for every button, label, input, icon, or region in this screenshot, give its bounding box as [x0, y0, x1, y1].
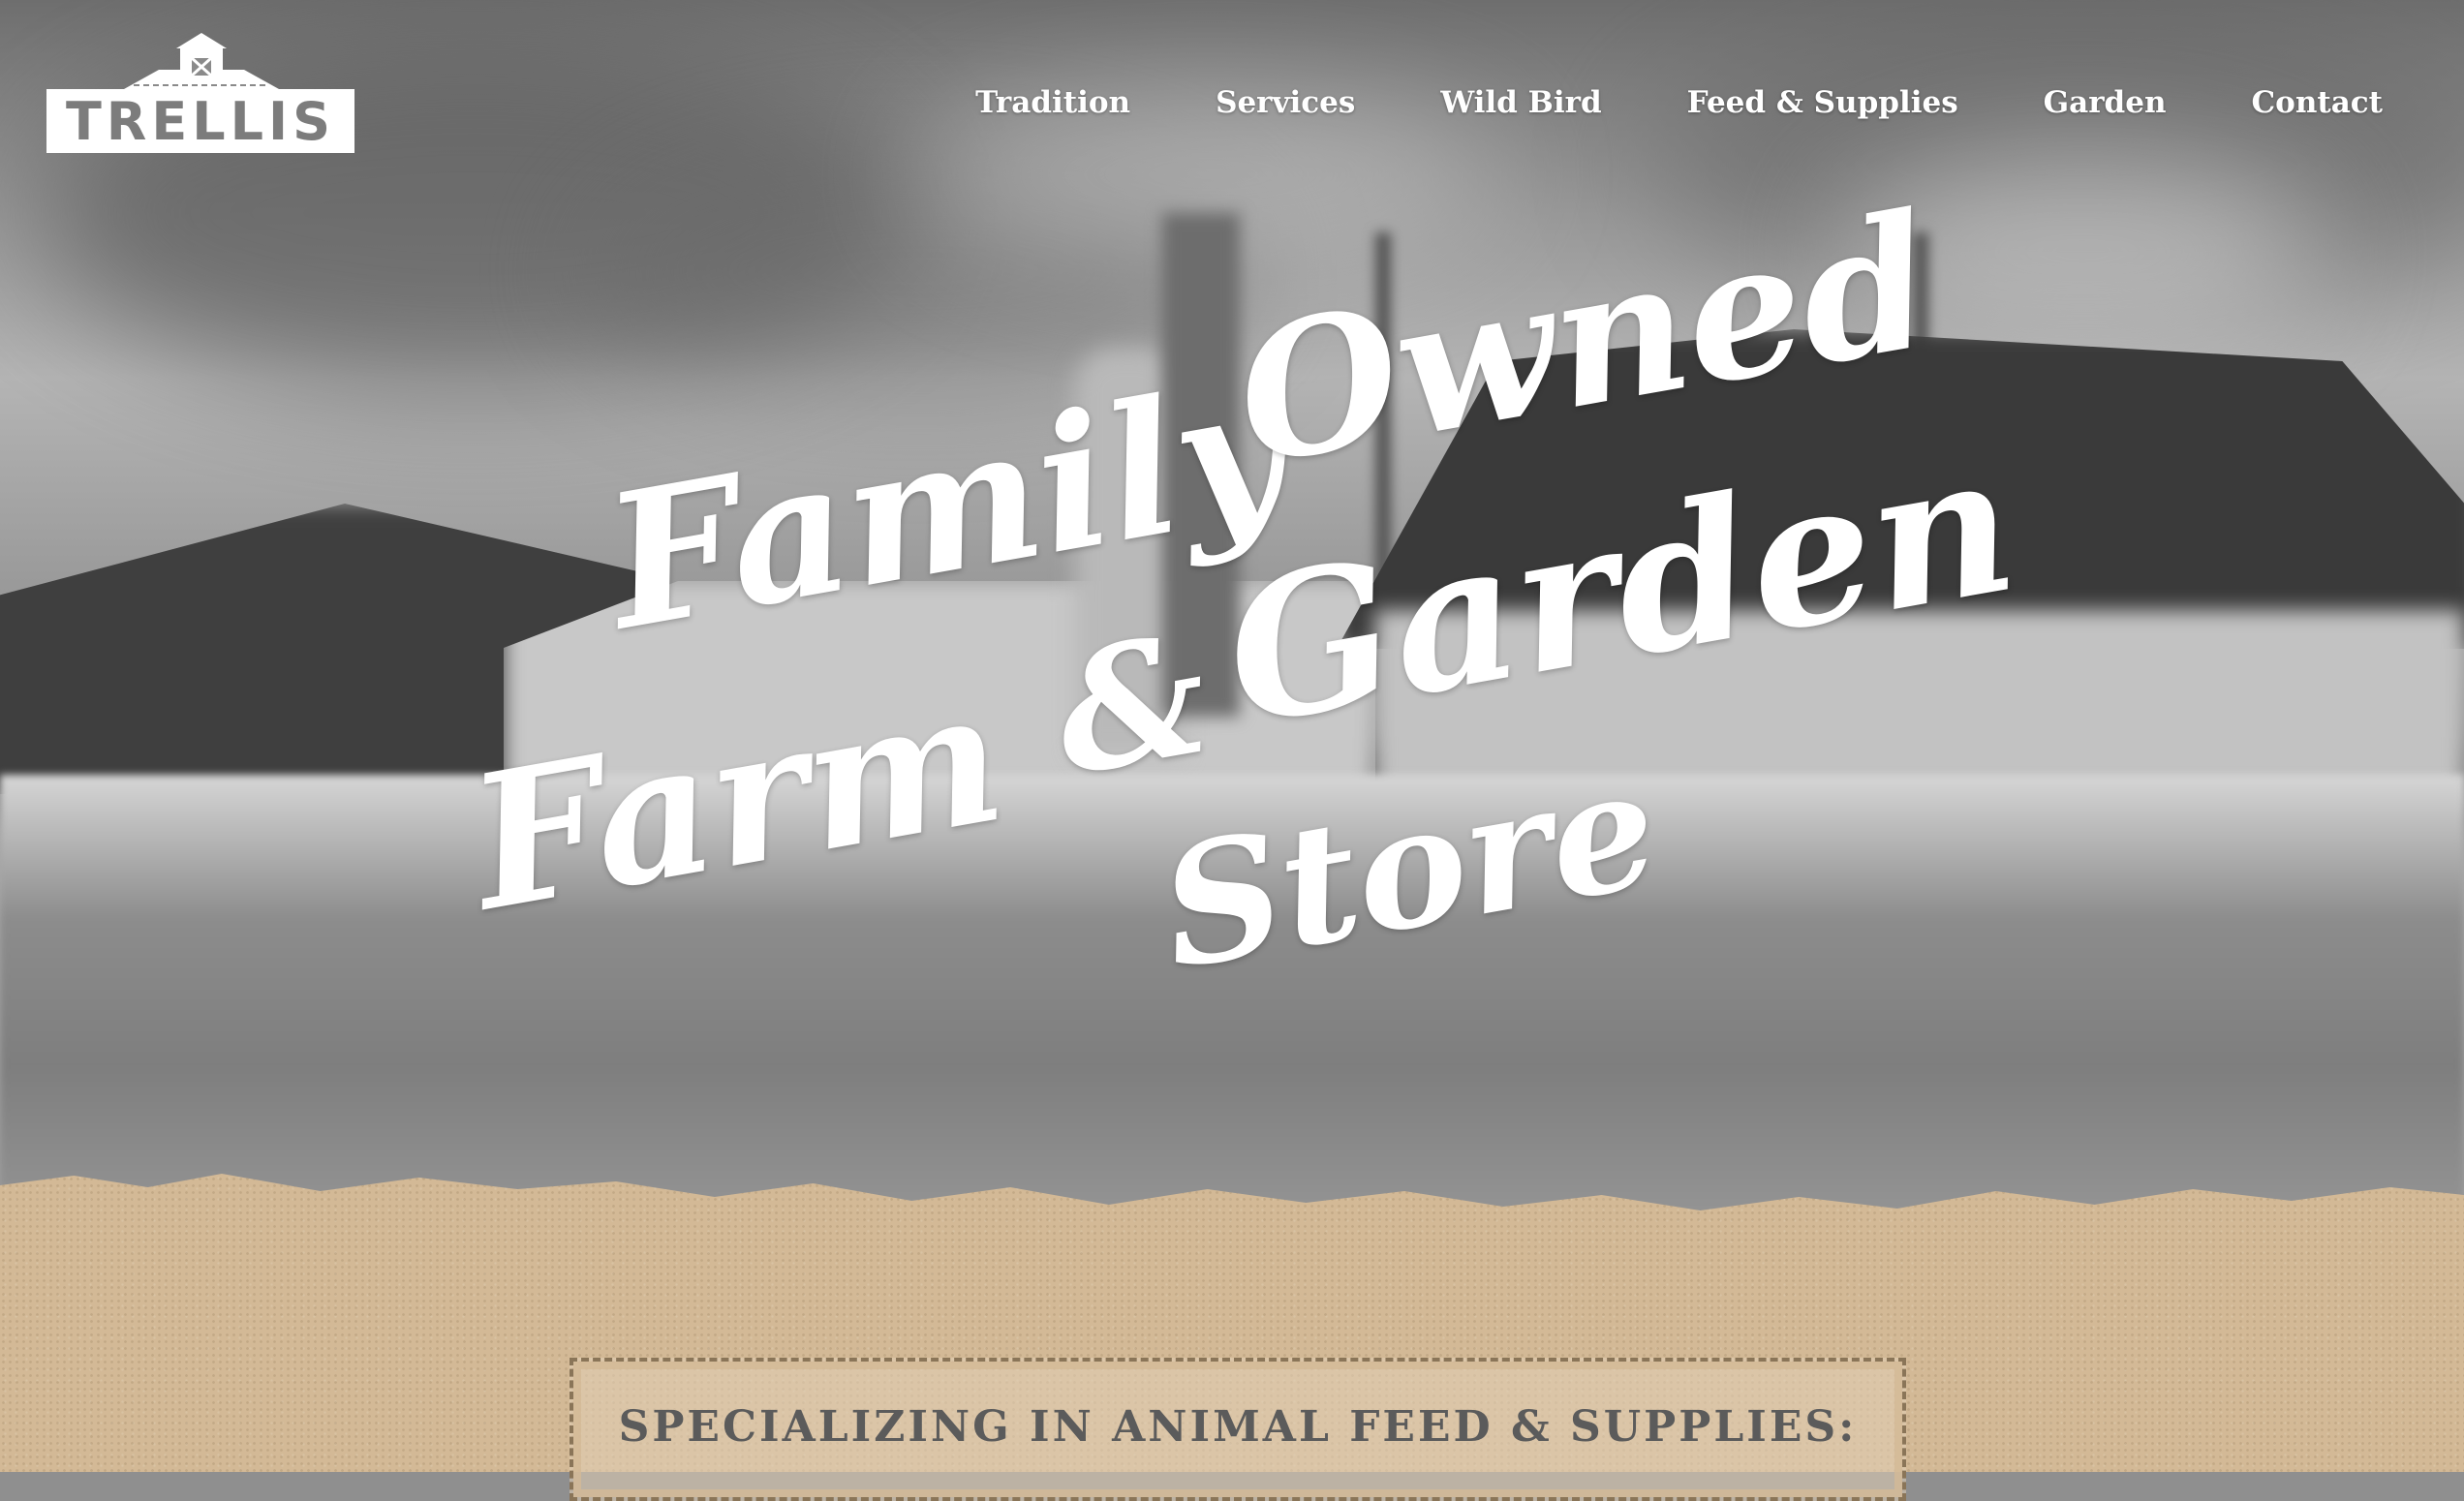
barn-main-roof: [1337, 329, 2464, 649]
main-nav: Tradition Services Wild Bird Feed & Supp…: [975, 85, 2383, 120]
logo-text: TRELLIS: [65, 90, 336, 152]
barn-icon: [124, 33, 279, 89]
section-heading: SPECIALIZING IN ANIMAL FEED & SUPPLIES:: [618, 1402, 1858, 1452]
nav-item-tradition[interactable]: Tradition: [975, 85, 1130, 120]
hero-background: [0, 0, 2464, 1259]
logo-link[interactable]: TRELLIS: [46, 33, 356, 159]
nav-item-feed-supplies[interactable]: Feed & Supplies: [1687, 85, 1958, 120]
barn-middle: [504, 581, 1375, 804]
silo: [1162, 213, 1240, 717]
pole: [1375, 232, 1391, 600]
nav-item-services[interactable]: Services: [1216, 85, 1355, 120]
specialty-banner: SPECIALIZING IN ANIMAL FEED & SUPPLIES:: [570, 1358, 1906, 1501]
nav-item-garden[interactable]: Garden: [2044, 85, 2167, 120]
logo-box: TRELLIS: [46, 89, 354, 153]
nav-item-contact[interactable]: Contact: [2252, 85, 2384, 120]
nav-item-wild-bird[interactable]: Wild Bird: [1440, 85, 1601, 120]
